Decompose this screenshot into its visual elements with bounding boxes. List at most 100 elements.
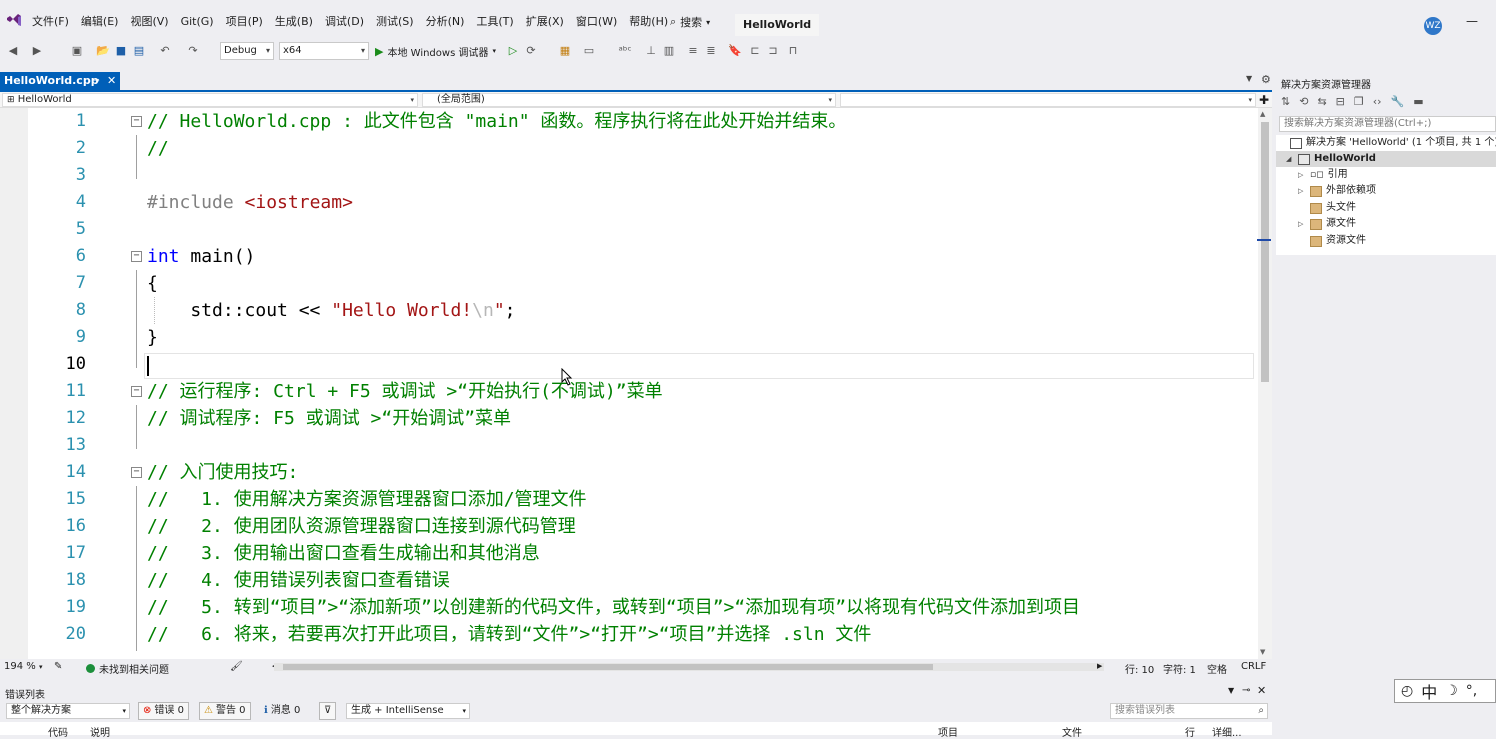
brush-icon[interactable]: 🖌 (230, 661, 243, 672)
column-code[interactable]: 代码 (48, 724, 68, 739)
redo-icon[interactable]: ↷ (186, 44, 200, 58)
next-bookmark-icon[interactable]: ⊐ (766, 44, 780, 58)
horizontal-scroll-thumb[interactable] (283, 664, 933, 670)
column-details[interactable]: 详细... (1212, 724, 1242, 739)
history-icon[interactable]: ⟲ (1299, 95, 1308, 111)
collapse-region-icon[interactable]: − (131, 251, 142, 262)
column-project[interactable]: 项目 (938, 724, 958, 739)
save-icon[interactable]: ■ (114, 44, 128, 58)
tree-solution-node[interactable]: 解决方案 'HelloWorld' (1 个项目, 共 1 个) (1290, 135, 1496, 151)
split-editor-icon[interactable]: ✚ (1259, 93, 1269, 107)
tree-item-header-files[interactable]: 头文件 (1298, 200, 1356, 216)
save-all-icon[interactable]: ▤ (132, 44, 146, 58)
messages-filter-button[interactable]: ℹ 消息 0 (259, 702, 305, 720)
step-over-icon[interactable]: ▥ (662, 44, 676, 58)
menu-item[interactable]: 测试(S) (370, 14, 420, 30)
outdent-icon[interactable]: ≡ (686, 44, 700, 58)
warnings-filter-button[interactable]: ⚠ 警告 0 (199, 702, 251, 720)
errors-filter-button[interactable]: ⊗ 错误 0 (138, 702, 189, 720)
error-scope-dropdown[interactable]: 整个解决方案 ▾ (6, 703, 130, 719)
collapse-all-icon[interactable]: ⊟ (1336, 95, 1345, 111)
copilot-icon[interactable]: ✎ (54, 661, 62, 672)
project-dropdown[interactable]: ⊞ HelloWorld ▾ (2, 93, 418, 107)
configuration-select[interactable]: Debug ▾ (220, 42, 274, 60)
spell-check-icon[interactable]: ᵃᵇᶜ (618, 44, 632, 58)
new-project-icon[interactable]: ▣ (70, 44, 84, 58)
document-health-indicator[interactable]: 未找到相关问题 (86, 661, 169, 676)
pin-icon[interactable]: ⊸ (92, 72, 100, 90)
filter-icon[interactable]: ⊽ (319, 702, 337, 720)
avatar[interactable]: WZ (1424, 17, 1442, 35)
code-editor[interactable]: 1−// HelloWorld.cpp : 此文件包含 "main" 函数。程序… (0, 108, 1258, 659)
member-dropdown[interactable]: ▾ (840, 93, 1256, 107)
scroll-down-icon[interactable]: ▼ (1260, 648, 1265, 656)
error-search-input[interactable]: 搜索错误列表 ⌕ (1110, 703, 1268, 719)
pin-icon[interactable]: ⊸ (1242, 685, 1250, 696)
zoom-dropdown[interactable]: 194 % ▾ (4, 661, 42, 672)
search-button[interactable]: ⌕ 搜索 ▾ (670, 14, 710, 30)
undo-icon[interactable]: ↶ (158, 44, 172, 58)
browse-icon[interactable]: ▦ (558, 44, 572, 58)
menu-item[interactable]: 项目(P) (220, 14, 269, 30)
preview-icon[interactable]: ▬ (1413, 95, 1423, 111)
ime-mode-toggle[interactable]: 中 (1421, 679, 1437, 703)
bookmark-icon[interactable]: 🔖 (728, 44, 742, 58)
menu-item[interactable]: 帮助(H) (623, 14, 674, 30)
code-icon[interactable]: ‹› (1373, 95, 1382, 111)
start-debugging-button[interactable]: ▶ 本地 Windows 调试器 ▾ (375, 43, 496, 59)
error-source-dropdown[interactable]: 生成 + IntelliSense ▾ (346, 703, 470, 719)
prev-bookmark-icon[interactable]: ⊏ (748, 44, 762, 58)
punctuation-icon[interactable]: °, (1466, 683, 1477, 699)
column-description[interactable]: 说明 (90, 724, 110, 739)
properties-wrench-icon[interactable]: 🔧 (1391, 95, 1405, 111)
ime-logo-icon[interactable]: ◴ (1401, 683, 1413, 699)
show-all-files-icon[interactable]: ❐ (1354, 95, 1364, 111)
scroll-up-icon[interactable]: ▲ (1260, 110, 1265, 118)
open-file-icon[interactable]: 📂 (96, 44, 110, 58)
column-line[interactable]: 行 (1185, 724, 1195, 739)
menu-item[interactable]: 分析(N) (420, 14, 471, 30)
indent-icon[interactable]: ≣ (704, 44, 718, 58)
whitespace-indicator[interactable]: 空格 (1207, 661, 1227, 676)
tree-item-resource-files[interactable]: 资源文件 (1298, 233, 1366, 249)
tab-overflow-icon[interactable]: ▼ (1246, 74, 1252, 83)
scroll-right-icon[interactable]: ▶ (1097, 662, 1102, 670)
vertical-scroll-thumb[interactable] (1261, 122, 1269, 382)
collapse-region-icon[interactable]: − (131, 116, 142, 127)
close-icon[interactable]: ✕ (1257, 684, 1266, 697)
tree-project-node[interactable]: ◢ HelloWorld (1276, 151, 1496, 167)
start-without-debugging-icon[interactable]: ▷ (506, 44, 520, 58)
solution-explorer-search[interactable]: 搜索解决方案资源管理器(Ctrl+;) (1279, 116, 1496, 132)
column-file[interactable]: 文件 (1062, 724, 1082, 739)
tree-item-external-deps[interactable]: ▷ 外部依赖项 (1298, 183, 1376, 199)
swap-icon[interactable]: ⇆ (1317, 95, 1326, 111)
line-ending-indicator[interactable]: CRLF (1241, 661, 1266, 672)
clear-bookmarks-icon[interactable]: ⊓ (786, 44, 800, 58)
menu-item[interactable]: 编辑(E) (75, 14, 125, 30)
menu-item[interactable]: 视图(V) (124, 14, 174, 30)
hot-reload-icon[interactable]: ⟳ (524, 44, 538, 58)
menu-item[interactable]: 窗口(W) (570, 14, 623, 30)
back-icon[interactable]: ◀ (6, 44, 20, 58)
gear-icon[interactable]: ⚙ (1261, 73, 1271, 86)
moon-icon[interactable]: ☽ (1445, 683, 1458, 699)
menu-item[interactable]: Git(G) (175, 14, 220, 30)
layout-icon[interactable]: ▭ (582, 44, 596, 58)
minimize-button[interactable]: — (1466, 14, 1480, 28)
step-icon[interactable]: ⊥ (644, 44, 658, 58)
platform-select[interactable]: x64 ▾ (279, 42, 369, 60)
menu-item[interactable]: 文件(F) (26, 14, 75, 30)
collapse-region-icon[interactable]: − (131, 386, 142, 397)
scope-dropdown[interactable]: (全局范围) ▾ (422, 93, 836, 107)
collapse-region-icon[interactable]: − (131, 467, 142, 478)
menu-item[interactable]: 扩展(X) (520, 14, 570, 30)
sync-icon[interactable]: ⇅ (1281, 95, 1290, 111)
menu-item[interactable]: 生成(B) (269, 14, 319, 30)
menu-item[interactable]: 调试(D) (319, 14, 370, 30)
tree-item-source-files[interactable]: ▷ 源文件 (1298, 216, 1356, 232)
chevron-down-icon[interactable]: ▼ (1228, 686, 1234, 695)
menu-item[interactable]: 工具(T) (470, 14, 519, 30)
tab-helloworld-cpp[interactable]: HelloWorld.cpp ⊸ ✕ (0, 72, 120, 90)
close-icon[interactable]: ✕ (107, 72, 116, 90)
tree-item-references[interactable]: ▷ ▫◻ 引用 (1298, 167, 1348, 183)
